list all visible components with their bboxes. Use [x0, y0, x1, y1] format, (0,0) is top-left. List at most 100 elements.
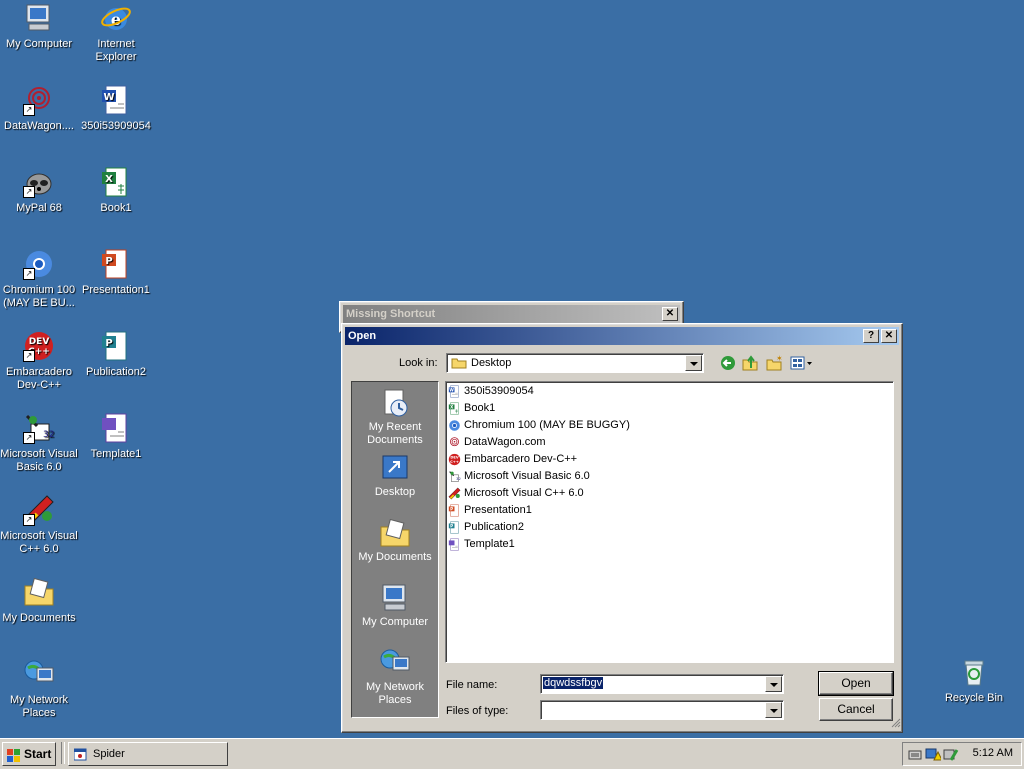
clock[interactable]: 5:12 AM	[973, 747, 1013, 759]
task-label: Spider	[93, 748, 125, 760]
place-my-computer[interactable]: My Computer	[352, 582, 438, 629]
desktop-icon-my-computer[interactable]: My Computer	[0, 2, 78, 51]
desktop-icon-label: My Documents	[2, 612, 76, 624]
desktop-icon-label: Book1	[100, 202, 132, 214]
place-my-recent-documents[interactable]: My Recent Documents	[352, 387, 438, 447]
start-button[interactable]: Start	[2, 742, 56, 766]
desktop-icon-internet-explorer[interactable]: e Internet Explorer	[77, 2, 155, 64]
network-warning-tray-icon[interactable]	[925, 746, 943, 765]
file-name-text: Presentation1	[464, 504, 532, 516]
desktop-icon-label: Microsoft Visual Basic 6.0	[0, 448, 78, 473]
windows-logo-icon	[7, 747, 21, 769]
open-dialog-titlebar[interactable]: Open ? ✕	[345, 327, 899, 345]
back-icon[interactable]	[720, 355, 736, 374]
file-name-text: DataWagon.com	[464, 436, 546, 448]
file-list-item[interactable]: Chromium 100 (MAY BE BUGGY)	[448, 417, 630, 434]
look-in-dropdown[interactable]: Desktop	[446, 353, 704, 373]
taskbar: Start Spider 5:12 AM	[0, 738, 1024, 769]
file-list-item[interactable]: W 350i53909054	[448, 383, 534, 400]
file-list-item[interactable]: DataWagon.com	[448, 434, 546, 451]
open-dialog[interactable]: Open ? ✕ Look in: Desktop ✶ My Recent Do…	[341, 323, 903, 733]
recycle-bin-desktop-icon[interactable]: Recycle Bin	[935, 656, 1013, 705]
shortcut-arrow-icon: ↗	[23, 104, 35, 116]
desktop-icon-publisher[interactable]: P Publication2	[77, 330, 155, 379]
file-name-input[interactable]: dqwdssfbgv	[543, 677, 604, 689]
mypal-icon: ↗	[23, 166, 55, 198]
missing-shortcut-title: Missing Shortcut	[346, 308, 436, 320]
open-button[interactable]: Open	[818, 671, 894, 696]
desktop-icon-label: My Computer	[5, 38, 73, 50]
svg-text:DEV: DEV	[29, 337, 50, 347]
file-list-item[interactable]: Template1	[448, 536, 515, 553]
close-button[interactable]: ✕	[881, 329, 897, 343]
keyboard-tray-icon[interactable]	[908, 747, 922, 764]
look-in-dropdown-arrow[interactable]	[685, 355, 702, 371]
file-name-text: Book1	[464, 402, 496, 414]
file-list-item[interactable]: Microsoft Visual C++ 6.0	[448, 485, 584, 502]
recycle-bin-icon	[958, 656, 990, 688]
taskbar-separator	[61, 742, 65, 764]
place-label: My Computer	[361, 616, 429, 628]
file-name-text: 350i53909054	[464, 385, 534, 397]
up-folder-icon[interactable]	[742, 355, 758, 374]
file-name-dropdown-arrow[interactable]	[765, 676, 782, 692]
help-button[interactable]: ?	[863, 329, 879, 343]
vb6-icon: 32 ↗	[23, 412, 55, 444]
recycle-bin-label: Recycle Bin	[944, 692, 1004, 704]
file-name-text: Microsoft Visual C++ 6.0	[464, 487, 584, 499]
desktop-icon-datawagon[interactable]: ↗ DataWagon....	[0, 84, 78, 133]
file-list-item[interactable]: DEV C++ Embarcadero Dev-C++	[448, 451, 577, 468]
word-doc-icon: W	[448, 385, 461, 398]
svg-text:P: P	[450, 506, 453, 511]
place-label: My Recent Documents	[367, 421, 423, 446]
vcpp-icon	[448, 487, 461, 500]
svg-text:X: X	[105, 174, 113, 185]
desktop-icon-excel[interactable]: X Book1	[77, 166, 155, 215]
desktop-icon-network-places[interactable]: My Network Places	[0, 658, 78, 720]
spider-app-icon	[73, 747, 88, 769]
security-tray-icon[interactable]	[943, 746, 959, 765]
publisher-icon: P	[100, 330, 132, 362]
desktop-icon-label: 350i53909054	[81, 120, 151, 132]
file-list[interactable]: W 350i53909054 X Book1 Chromium 100 (MAY BE …	[445, 381, 894, 663]
files-of-type-dropdown-arrow[interactable]	[765, 702, 782, 718]
desktop-icon-my-documents[interactable]: My Documents	[0, 576, 78, 625]
desktop-icon-word-doc[interactable]: W 350i53909054	[77, 84, 155, 133]
missing-shortcut-close-button[interactable]: ✕	[662, 307, 678, 321]
place-my-documents[interactable]: My Documents	[352, 517, 438, 564]
recent-documents-icon	[379, 387, 411, 419]
desktop-icon-vb6[interactable]: 32 ↗ Microsoft Visual Basic 6.0	[0, 412, 78, 474]
shortcut-arrow-icon: ↗	[23, 432, 35, 444]
place-desktop[interactable]: Desktop	[352, 452, 438, 499]
place-label: My Network Places	[365, 681, 425, 706]
svg-text:DEV: DEV	[450, 455, 459, 459]
svg-text:C++: C++	[450, 459, 459, 463]
template-icon	[100, 412, 132, 444]
taskbar-item-spider[interactable]: Spider	[68, 742, 228, 766]
desktop-icon-chromium[interactable]: ↗ Chromium 100 (MAY BE BU...	[0, 248, 78, 310]
network-places-icon	[23, 658, 55, 690]
file-list-item[interactable]: 32 Microsoft Visual Basic 6.0	[448, 468, 590, 485]
file-name-combobox[interactable]: dqwdssfbgv	[540, 674, 784, 694]
file-name-text: Chromium 100 (MAY BE BUGGY)	[464, 419, 630, 431]
svg-text:32: 32	[456, 477, 461, 481]
desktop-icon-vcpp[interactable]: ↗ Microsoft Visual C++ 6.0	[0, 494, 78, 556]
place-my-network-places[interactable]: My Network Places	[352, 647, 438, 707]
new-folder-icon[interactable]: ✶	[766, 354, 783, 374]
views-menu-icon[interactable]	[790, 355, 814, 374]
file-list-item[interactable]: P Presentation1	[448, 502, 532, 519]
desktop-icon-powerpoint[interactable]: P Presentation1	[77, 248, 155, 297]
missing-shortcut-titlebar[interactable]: Missing Shortcut ✕	[343, 305, 680, 323]
svg-text:P: P	[105, 338, 112, 349]
publisher-icon: P	[448, 521, 461, 534]
files-of-type-dropdown[interactable]	[540, 700, 784, 720]
resize-grip-icon[interactable]	[889, 716, 901, 731]
desktop-icon-devcpp[interactable]: DEV C++ ↗ Embarcadero Dev-C++	[0, 330, 78, 392]
desktop-icon-mypal[interactable]: ↗ MyPal 68	[0, 166, 78, 215]
my-documents-icon	[23, 576, 55, 608]
desktop-icon-template[interactable]: Template1	[77, 412, 155, 461]
cancel-button[interactable]: Cancel	[819, 698, 893, 721]
file-list-item[interactable]: P Publication2	[448, 519, 524, 536]
file-list-item[interactable]: X Book1	[448, 400, 495, 417]
devcpp-icon: DEV C++	[448, 453, 461, 466]
